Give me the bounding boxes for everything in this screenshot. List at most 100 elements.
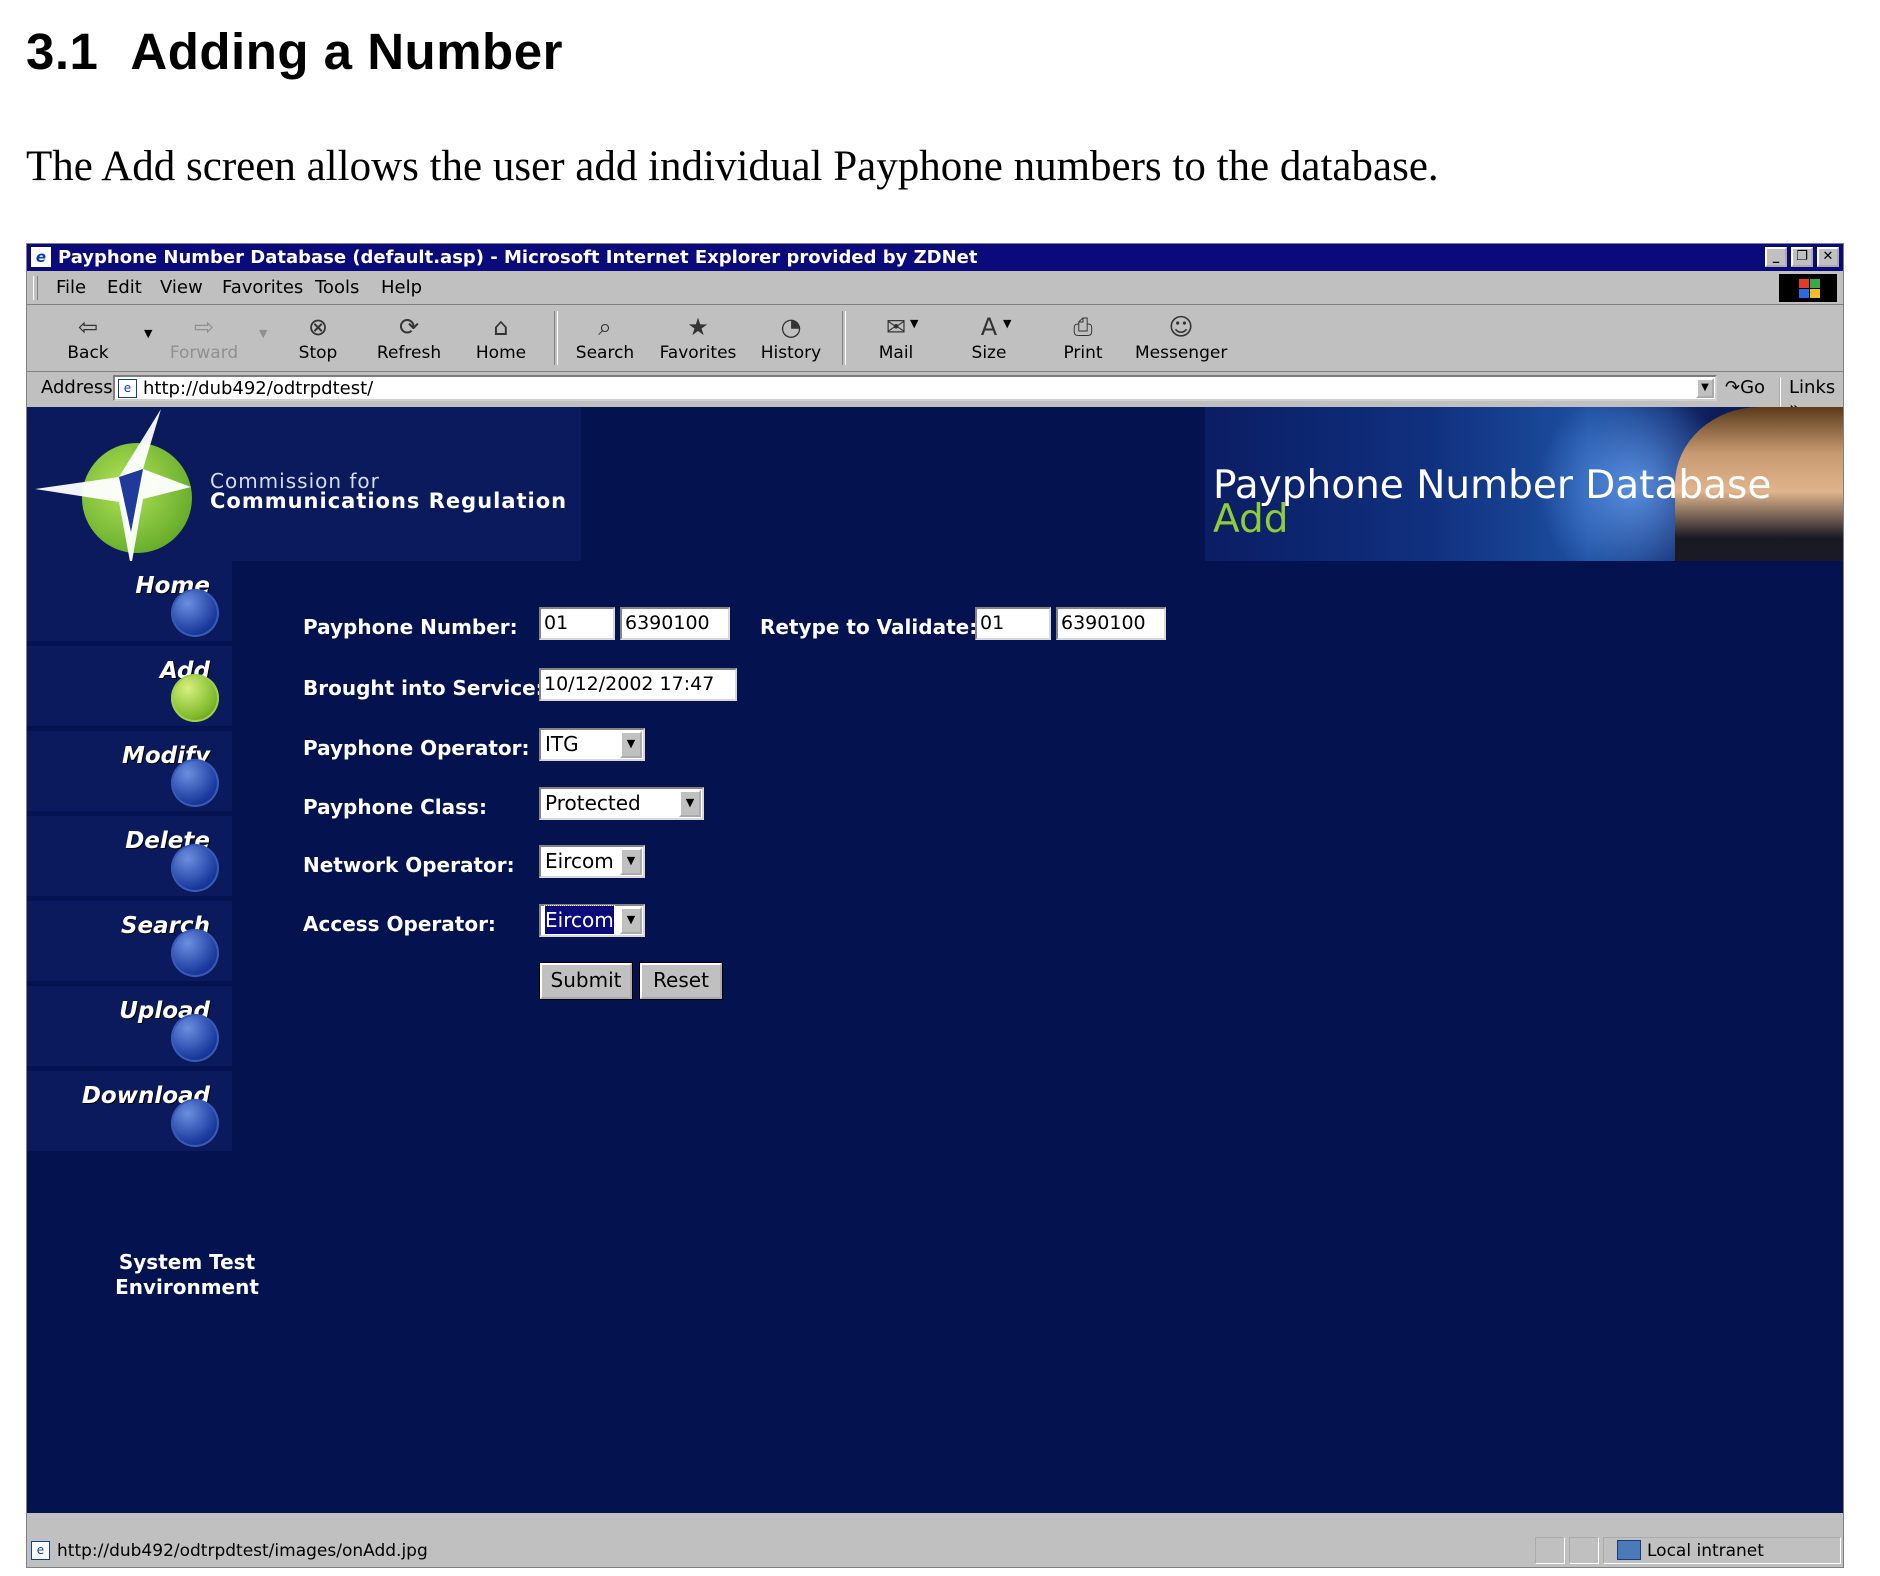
menu-view[interactable]: View [160,277,203,298]
payphone-area-input[interactable]: 01 [539,607,615,640]
ie-icon: e [31,247,51,267]
logo-star-icon [35,409,191,567]
menu-edit[interactable]: Edit [107,277,142,298]
messenger-button[interactable]: ☺ Messenger [1135,307,1227,369]
forward-dropdown-icon[interactable]: ▼ [259,327,267,340]
mail-dropdown-icon[interactable]: ▼ [910,317,918,330]
payphone-number-label: Payphone Number: [303,615,518,639]
search-button[interactable]: ⌕ Search [564,307,646,369]
status-bar: e http://dub492/odtrpdtest/images/onAdd.… [27,1534,1843,1567]
printer-icon: ⎙ [1073,313,1093,341]
retype-label: Retype to Validate: [760,615,978,639]
retype-local-input[interactable]: 6390100 [1056,607,1166,640]
title-bar[interactable]: e Payphone Number Database (default.asp)… [27,244,1843,271]
forward-button[interactable]: ⇨ Forward [163,307,245,369]
intro-paragraph: The Add screen allows the user add indiv… [26,143,1439,190]
menu-grip [33,276,38,300]
retype-area-input[interactable]: 01 [975,607,1051,640]
address-input[interactable]: e http://dub492/odtrpdtest/ ▼ [113,375,1717,401]
refresh-icon: ⟳ [398,313,420,341]
payphone-class-label: Payphone Class: [303,795,487,819]
text-size-icon: A [980,313,998,341]
browser-window: e Payphone Number Database (default.asp)… [26,243,1844,1568]
comreg-logo: Commission for Communications Regulation [27,407,581,567]
section-title: Adding a Number [130,23,563,80]
nav-orb-icon [171,1099,219,1147]
submit-button[interactable]: Submit [539,962,633,1000]
payphone-operator-label: Payphone Operator: [303,736,530,760]
favorites-icon: ★ [687,313,709,341]
menu-tools[interactable]: Tools [315,277,359,298]
access-operator-label: Access Operator: [303,912,496,936]
section-number: 3.1 [26,23,99,80]
address-bar: Address e http://dub492/odtrpdtest/ ▼ ↷G… [27,372,1843,419]
refresh-button[interactable]: ⟳ Refresh [368,307,450,369]
toolbar-separator [554,311,558,365]
environment-label: System Test Environment [115,1250,259,1299]
network-operator-label: Network Operator: [303,853,515,877]
minimize-button[interactable]: _ [1765,247,1787,267]
restore-button[interactable]: ❐ [1791,247,1813,267]
home-button[interactable]: ⌂ Home [460,307,542,369]
favorites-button[interactable]: ★ Favorites [657,307,739,369]
app-title: Payphone Number Database [1213,463,1772,508]
back-dropdown-icon[interactable]: ▼ [144,327,152,340]
menu-bar: File Edit View Favorites Tools Help [27,272,1843,305]
history-icon: ◔ [780,313,802,341]
nav-item-modify[interactable]: Modify [27,731,232,811]
nav-orb-icon [171,759,219,807]
nav-item-download[interactable]: Download [27,1071,232,1151]
chevron-down-icon[interactable]: ▼ [620,731,642,758]
standard-toolbar: ⇦ Back ▼ ⇨ Forward ▼ ⊗ Stop ⟳ Refresh ⌂ Home … [27,305,1843,372]
toolbar-separator [842,311,846,365]
payphone-operator-select[interactable]: ITG ▼ [539,728,645,761]
chevron-down-icon[interactable]: ▼ [679,790,701,817]
nav-orb-icon [171,674,219,722]
network-operator-select[interactable]: Eircom ▼ [539,845,645,878]
go-arrow-icon: ↷ [1725,377,1741,398]
home-icon: ⌂ [493,313,509,341]
back-button[interactable]: ⇦ Back [47,307,129,369]
windows-logo-icon [1779,274,1837,302]
status-pane [1569,1537,1599,1564]
page-content: Commission for Communications Regulation… [27,407,1843,1513]
address-dropdown-icon[interactable]: ▼ [1696,378,1714,398]
stop-button[interactable]: ⊗ Stop [277,307,359,369]
page-icon: e [118,379,137,398]
service-date-label: Brought into Service: [303,676,544,700]
service-date-input[interactable]: 10/12/2002 17:47 [539,668,737,701]
access-operator-select[interactable]: Eircom ▼ [539,904,645,937]
nav-item-add[interactable]: Add [27,646,232,726]
forward-arrow-icon: ⇨ [193,313,215,341]
nav-orb-icon [171,844,219,892]
menu-file[interactable]: File [56,277,86,298]
payphone-class-select[interactable]: Protected ▼ [539,787,704,820]
nav-item-upload[interactable]: Upload [27,986,232,1066]
stop-icon: ⊗ [307,313,329,341]
history-button[interactable]: ◔ History [750,307,832,369]
nav-item-search[interactable]: Search [27,901,232,981]
nav-orb-icon [171,929,219,977]
sidebar-nav: Home Add Modify Delete Search Upload Dow… [27,561,237,1261]
menu-favorites[interactable]: Favorites [222,277,303,298]
menu-help[interactable]: Help [381,277,422,298]
payphone-local-input[interactable]: 6390100 [620,607,730,640]
chevron-down-icon[interactable]: ▼ [620,848,642,875]
back-arrow-icon: ⇦ [77,313,99,341]
address-url[interactable]: http://dub492/odtrpdtest/ [143,378,373,399]
close-button[interactable]: ✕ [1817,247,1839,267]
security-zone: Local intranet [1647,1541,1764,1561]
nav-item-delete[interactable]: Delete [27,816,232,896]
nav-orb-icon [171,589,219,637]
intranet-zone-icon [1617,1540,1641,1560]
mail-button[interactable]: ✉ Mail [855,307,937,369]
print-button[interactable]: ⎙ Print [1042,307,1124,369]
reset-button[interactable]: Reset [639,962,723,1000]
go-button[interactable]: ↷Go [1725,377,1765,398]
size-dropdown-icon[interactable]: ▼ [1003,317,1011,330]
size-button[interactable]: A Size [948,307,1030,369]
address-label: Address [41,377,113,398]
chevron-down-icon[interactable]: ▼ [620,907,642,934]
nav-item-home[interactable]: Home [27,561,232,641]
search-icon: ⌕ [598,313,612,341]
